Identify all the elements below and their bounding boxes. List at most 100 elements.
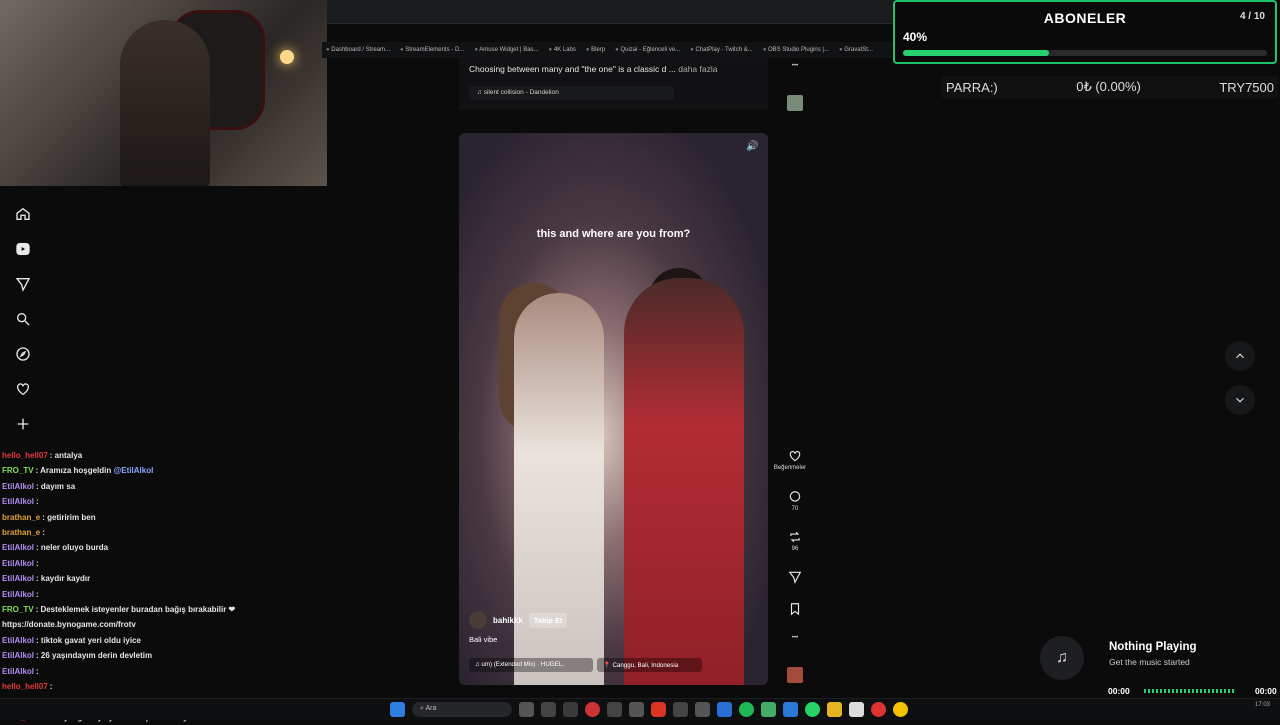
chat-text: : tiktok gavat yeri oldu iyice [36, 635, 141, 645]
app-icon[interactable] [871, 702, 886, 717]
app-icon[interactable] [629, 702, 644, 717]
heart-icon[interactable] [14, 380, 32, 398]
app-icon[interactable] [695, 702, 710, 717]
chat-message: EtilAlkol: [2, 664, 322, 679]
comment-button[interactable]: 70 [782, 490, 808, 512]
chat-username: FRO_TV [2, 466, 34, 476]
donation-value: 0₺ (0.00%) [1076, 79, 1141, 94]
bookmark-item[interactable]: StreamElements - D... [400, 47, 464, 53]
follow-button[interactable]: Takip Et [528, 612, 568, 628]
avatar[interactable] [469, 611, 487, 629]
app-icon[interactable] [783, 702, 798, 717]
side-navigation [8, 205, 38, 433]
webcam-overlay [0, 0, 327, 186]
chat-username: EtilAlkol [2, 651, 35, 661]
volume-icon[interactable]: 🔊 [746, 141, 760, 155]
post-music[interactable]: ♫ silent collision - Dandelion [469, 86, 674, 100]
search-icon[interactable] [14, 310, 32, 328]
chat-username: EtilAlkol [2, 481, 35, 491]
app-icon[interactable] [541, 702, 556, 717]
chat-text: : Aramıza hoşgeldin [35, 466, 114, 476]
spotify-icon[interactable] [739, 702, 754, 717]
bookmark-item[interactable]: ChatPlay - Twitch &... [690, 47, 752, 53]
post-thumbnail[interactable] [787, 667, 803, 683]
app-icon[interactable] [761, 702, 776, 717]
chat-message: EtilAlkol: neler oluyo burda [2, 540, 322, 555]
bookmarks-bar: Dashboard / Stream... StreamElements - D.… [322, 42, 894, 58]
author-name[interactable]: bahikkk [493, 616, 523, 625]
windows-start-icon[interactable] [390, 702, 405, 717]
share-button[interactable] [782, 570, 808, 586]
video-icon[interactable] [14, 240, 32, 258]
save-button[interactable] [782, 602, 808, 618]
repost-button[interactable]: 96 [782, 530, 808, 552]
taskbar: ⌕ Ara 17:03 [0, 698, 1280, 720]
app-icon[interactable] [607, 702, 622, 717]
app-icon[interactable] [849, 702, 864, 717]
music-subtitle: Get the music started [1109, 657, 1190, 667]
next-video-button[interactable] [1225, 385, 1255, 415]
chat-text: : [42, 528, 45, 538]
chat-overlay: hello_hell07: antalya FRO_TV: Aramıza hoş… [2, 448, 322, 722]
donation-label: PARRA:) [946, 79, 998, 95]
previous-post[interactable]: Choosing between many and "the one" is a… [459, 58, 768, 110]
chat-message: brathan_e: getiririm ben [2, 510, 322, 525]
like-button[interactable]: Beğenmeler [774, 449, 808, 471]
app-icon[interactable] [717, 702, 732, 717]
more-link[interactable]: daha fazla [678, 64, 717, 74]
video-location[interactable]: 📍 Canggu, Bali, Indonesia [597, 658, 702, 672]
app-icon[interactable] [651, 702, 666, 717]
bookmark-item[interactable]: Dashboard / Stream... [326, 47, 390, 53]
now-playing-widget: ♫ Nothing Playing Get the music started … [1040, 636, 1280, 700]
chat-mention: @EtilAlkol [113, 466, 154, 476]
bookmark-item[interactable]: 4K Labs [549, 47, 576, 53]
chat-message: EtilAlkol: dayım sa [2, 479, 322, 494]
lamp [280, 50, 294, 64]
plus-icon[interactable] [14, 415, 32, 433]
app-icon[interactable] [585, 702, 600, 717]
more-options-icon[interactable]: ••• [782, 635, 808, 641]
taskbar-icons: ⌕ Ara [390, 702, 908, 717]
bookmark-item[interactable]: OBS Studio Plugins |... [763, 47, 829, 53]
whatsapp-icon[interactable] [805, 702, 820, 717]
chat-username: hello_hell07 [2, 682, 48, 692]
bookmark-item[interactable]: GravatSt... [839, 47, 873, 53]
repost-icon [790, 531, 800, 543]
music-note-icon: ♫ [477, 89, 484, 96]
bookmark-item[interactable]: Blerp [586, 47, 605, 53]
home-icon[interactable] [14, 205, 32, 223]
more-options-icon[interactable]: ••• [782, 63, 808, 69]
donation-goal: TRY7500 [1219, 79, 1274, 95]
video-music[interactable]: ♫ um) (Extended Mix) · HUGEL, [469, 658, 593, 672]
bookmark-item[interactable]: Quizai - Eğlenceli ve... [615, 47, 680, 53]
widget-title: ABONELER [1043, 10, 1127, 26]
taskbar-search[interactable]: ⌕ Ara [412, 702, 512, 717]
folder-icon[interactable] [827, 702, 842, 717]
previous-video-button[interactable] [1225, 341, 1255, 371]
post-thumbnail[interactable] [787, 95, 803, 111]
chat-text: : dayım sa [36, 481, 76, 491]
chat-message: EtilAlkol: tiktok gavat yeri oldu iyice [2, 633, 322, 648]
music-time-start: 00:00 [1108, 686, 1130, 696]
chevron-down-icon [1236, 397, 1244, 403]
video-description: Bali vibe [469, 635, 498, 644]
chat-username: EtilAlkol [2, 666, 35, 676]
app-icon[interactable] [673, 702, 688, 717]
video-player[interactable]: this and where are you from? 🔊 bahikkk T… [459, 133, 768, 685]
chat-message: EtilAlkol: [2, 556, 322, 571]
heart-icon [789, 451, 801, 462]
chat-text: : [49, 682, 53, 692]
likes-label: Beğenmeler [773, 465, 807, 471]
subscriber-goal-widget: ABONELER 4 / 10 40% [893, 0, 1277, 64]
bookmark-item[interactable]: Amuse Widget | Bas... [474, 47, 538, 53]
chat-text: : kaydır kaydır [36, 574, 91, 584]
chat-username: EtilAlkol [2, 589, 35, 599]
task-view-icon[interactable] [519, 702, 534, 717]
music-icon: ♫ [1040, 636, 1084, 680]
goal-progress-fill [903, 50, 1049, 56]
app-icon[interactable] [563, 702, 578, 717]
donation-widget: PARRA:) 0₺ (0.00%) TRY7500 [942, 76, 1278, 98]
chrome-icon[interactable] [893, 702, 908, 717]
send-icon[interactable] [14, 275, 32, 293]
compass-icon[interactable] [14, 345, 32, 363]
